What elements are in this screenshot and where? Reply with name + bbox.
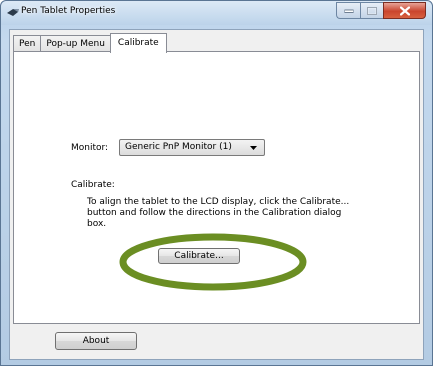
calibrate-heading: Calibrate: <box>71 180 115 190</box>
calibration-instructions: To align the tablet to the LCD display, … <box>87 197 350 229</box>
monitor-dropdown-value: Generic PnP Monitor (1) <box>125 142 232 152</box>
tab-calibrate[interactable]: Calibrate <box>109 33 167 53</box>
maximize-icon <box>367 6 377 15</box>
window-title: Pen Tablet Properties <box>21 6 116 16</box>
monitor-label: Monitor: <box>71 143 109 153</box>
properties-window: Pen Tablet Properties Pen Pop-up Menu Ca… <box>0 0 433 366</box>
minimize-button[interactable] <box>336 2 360 19</box>
maximize-button[interactable] <box>360 2 383 19</box>
chevron-down-icon <box>250 146 257 150</box>
dialog-client-area: Pen Pop-up Menu Calibrate Monitor: Gener… <box>9 29 424 360</box>
minimize-icon <box>344 9 353 13</box>
caption-buttons <box>336 2 426 19</box>
calibrate-button[interactable]: Calibrate... <box>158 248 240 264</box>
title-bar[interactable]: Pen Tablet Properties <box>1 1 432 25</box>
close-button[interactable] <box>383 2 426 19</box>
pen-icon <box>7 9 19 16</box>
tab-strip: Pen Pop-up Menu Calibrate <box>13 33 167 53</box>
about-button[interactable]: About <box>55 332 137 350</box>
tab-pop-up-menu[interactable]: Pop-up Menu <box>40 35 111 52</box>
close-icon <box>399 6 410 15</box>
monitor-dropdown[interactable]: Generic PnP Monitor (1) <box>119 139 265 156</box>
calibrate-tab-panel: Monitor: Generic PnP Monitor (1) Calibra… <box>13 51 420 324</box>
tab-pen[interactable]: Pen <box>13 35 42 52</box>
